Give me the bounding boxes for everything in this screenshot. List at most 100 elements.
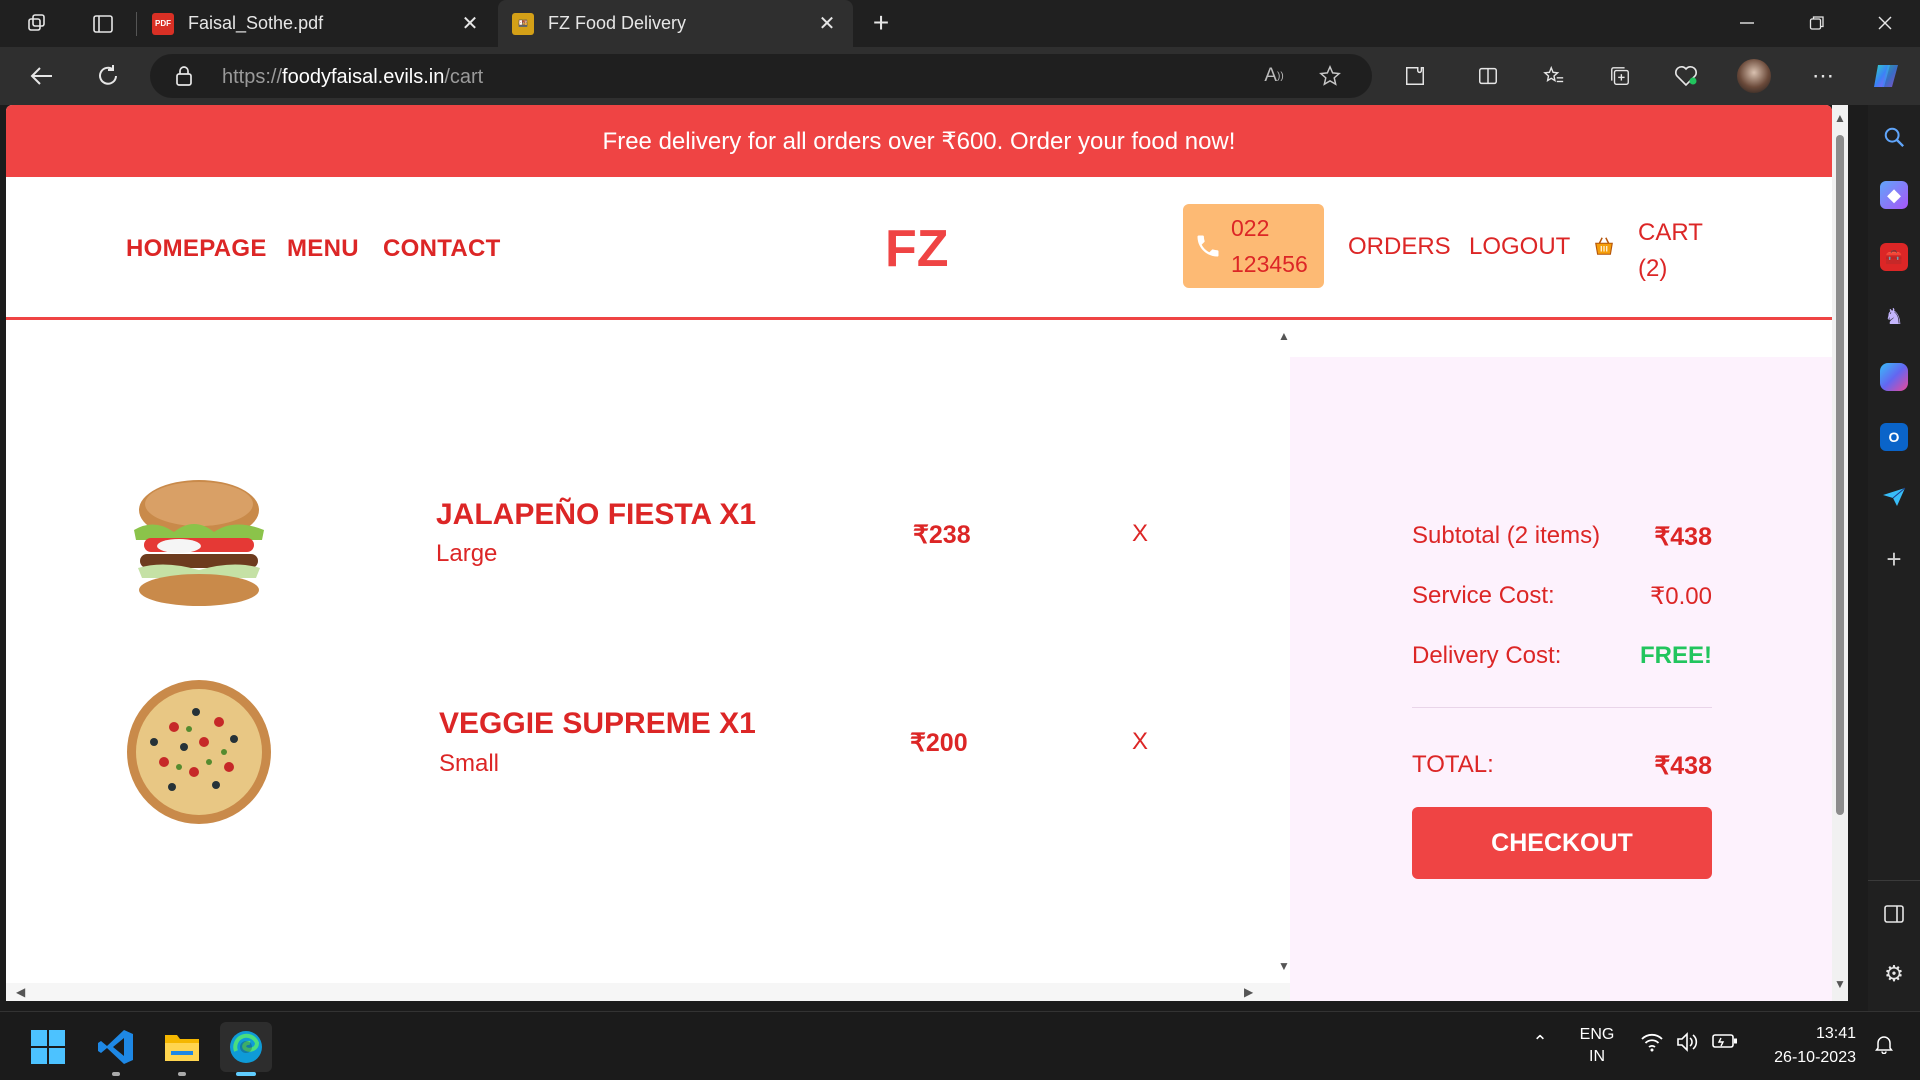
close-window-icon[interactable] bbox=[1870, 8, 1900, 38]
windows-taskbar: ⌃ ENG IN 13:41 26-10-2023 bbox=[0, 1011, 1920, 1080]
horizontal-scrollbar[interactable]: ◀ ▶ bbox=[6, 983, 1290, 1001]
workspaces-icon[interactable] bbox=[22, 10, 52, 38]
browser-essentials-icon[interactable] bbox=[1671, 61, 1701, 91]
url-text[interactable]: https://foodyfaisal.evils.in/cart bbox=[222, 66, 483, 89]
delivery-cost-value: FREE! bbox=[1640, 642, 1712, 669]
nav-menu[interactable]: MENU bbox=[287, 235, 359, 263]
restore-icon[interactable] bbox=[1802, 8, 1832, 38]
scroll-down-arrow-icon[interactable]: ▼ bbox=[1278, 959, 1290, 973]
active-indicator bbox=[236, 1072, 256, 1076]
total-label: TOTAL: bbox=[1412, 751, 1494, 778]
total-value: ₹438 bbox=[1654, 752, 1712, 780]
close-tab-icon[interactable]: ✕ bbox=[458, 11, 482, 36]
page-vertical-scrollbar[interactable]: ▲ ▼ bbox=[1832, 105, 1848, 1001]
show-hidden-icons-icon[interactable]: ⌃ bbox=[1528, 1032, 1552, 1053]
nav-cart[interactable]: CART (2) bbox=[1638, 215, 1703, 287]
phone-number-line1: 022 bbox=[1231, 215, 1270, 241]
region-code: IN bbox=[1589, 1048, 1605, 1065]
tab-actions-icon[interactable] bbox=[88, 10, 118, 38]
phone-number-line2: 123456 bbox=[1231, 251, 1308, 277]
close-tab-icon[interactable]: ✕ bbox=[815, 11, 839, 36]
running-indicator bbox=[178, 1072, 186, 1076]
wifi-icon[interactable] bbox=[1638, 1032, 1666, 1057]
sidebar-divider bbox=[1868, 880, 1920, 881]
add-icon[interactable]: + bbox=[1880, 544, 1908, 574]
remove-item-button[interactable]: X bbox=[1132, 520, 1148, 548]
subtotal-value: ₹438 bbox=[1654, 523, 1712, 551]
search-icon[interactable] bbox=[1880, 123, 1908, 151]
shopping-tag-icon[interactable]: ◆ bbox=[1880, 181, 1908, 209]
checkout-button[interactable]: CHECKOUT bbox=[1412, 807, 1712, 879]
minimize-icon[interactable] bbox=[1732, 8, 1762, 38]
service-cost-value: ₹0.00 bbox=[1650, 583, 1712, 610]
url-scheme: https:// bbox=[222, 66, 283, 88]
tools-icon[interactable]: 🧰 bbox=[1880, 243, 1908, 271]
nav-homepage[interactable]: HOMEPAGE bbox=[126, 235, 267, 263]
games-icon[interactable]: ♞ bbox=[1880, 303, 1908, 331]
refresh-icon[interactable] bbox=[92, 61, 124, 91]
tab-food-delivery[interactable]: 🍱 FZ Food Delivery ✕ bbox=[498, 0, 853, 47]
tab-pdf[interactable]: PDF Faisal_Sothe.pdf ✕ bbox=[138, 0, 496, 47]
profile-avatar[interactable] bbox=[1737, 59, 1771, 93]
running-indicator bbox=[112, 1072, 120, 1076]
page-scroll-up-icon[interactable]: ▲ bbox=[1834, 111, 1846, 125]
burger-image bbox=[124, 468, 274, 618]
promo-banner: Free delivery for all orders over ₹600. … bbox=[6, 105, 1832, 177]
scrollbar-thumb[interactable] bbox=[1836, 135, 1844, 815]
split-screen-icon[interactable] bbox=[1473, 61, 1503, 91]
url-path: /cart bbox=[444, 66, 484, 88]
microsoft-365-icon[interactable] bbox=[1880, 363, 1908, 391]
scroll-left-arrow-icon[interactable]: ◀ bbox=[16, 985, 25, 999]
edge-sidebar: ◆ 🧰 ♞ O + ⚙ bbox=[1868, 105, 1920, 1011]
language-indicator[interactable]: ENG IN bbox=[1572, 1024, 1622, 1068]
tab-title: FZ Food Delivery bbox=[548, 13, 687, 33]
sidebar-panel-icon[interactable] bbox=[1880, 900, 1908, 928]
clock-time: 13:41 bbox=[1815, 1025, 1856, 1042]
cart-item-size: Small bbox=[439, 750, 500, 777]
more-options-icon[interactable]: ⋯ bbox=[1808, 61, 1838, 91]
cart-item-price: ₹238 bbox=[913, 521, 971, 549]
address-bar[interactable]: https://foodyfaisal.evils.in/cart A)) bbox=[150, 54, 1372, 98]
cart-item-name: VEGGIE SUPREME X1 bbox=[439, 707, 756, 740]
battery-icon[interactable] bbox=[1710, 1032, 1740, 1055]
read-aloud-icon[interactable]: A)) bbox=[1260, 63, 1288, 89]
tab-title: Faisal_Sothe.pdf bbox=[188, 13, 324, 33]
collections-icon[interactable] bbox=[1605, 61, 1635, 91]
extensions-icon[interactable] bbox=[1400, 61, 1430, 91]
vscode-icon[interactable] bbox=[90, 1022, 142, 1076]
send-icon[interactable] bbox=[1880, 483, 1908, 511]
new-tab-icon[interactable]: + bbox=[866, 7, 896, 38]
nav-contact[interactable]: CONTACT bbox=[383, 235, 501, 263]
delivery-cost-label: Delivery Cost: bbox=[1412, 642, 1562, 669]
edge-browser-icon[interactable] bbox=[220, 1022, 272, 1076]
remove-item-button[interactable]: X bbox=[1132, 728, 1148, 756]
scroll-up-arrow-icon[interactable]: ▲ bbox=[1278, 329, 1290, 343]
favorite-star-icon[interactable] bbox=[1316, 63, 1344, 89]
lock-icon[interactable] bbox=[172, 64, 196, 88]
copilot-icon[interactable] bbox=[1868, 59, 1904, 93]
order-summary: Subtotal (2 items) ₹438 Service Cost: ₹0… bbox=[1290, 357, 1832, 1001]
nav-logout[interactable]: LOGOUT bbox=[1469, 233, 1570, 261]
file-explorer-icon[interactable] bbox=[156, 1022, 208, 1076]
settings-gear-icon[interactable]: ⚙ bbox=[1880, 960, 1908, 988]
browser-toolbar: https://foodyfaisal.evils.in/cart A)) ⋯ bbox=[0, 47, 1920, 105]
tab-separator bbox=[136, 12, 137, 36]
page-scroll-down-icon[interactable]: ▼ bbox=[1834, 977, 1846, 991]
subtotal-label: Subtotal (2 items) bbox=[1412, 522, 1601, 549]
nav-orders[interactable]: ORDERS bbox=[1348, 233, 1451, 261]
clock[interactable]: 13:41 26-10-2023 bbox=[1756, 1022, 1856, 1070]
site-logo[interactable]: FZ bbox=[885, 219, 949, 279]
volume-icon[interactable] bbox=[1674, 1032, 1702, 1057]
phone-button[interactable]: 022 123456 bbox=[1183, 204, 1324, 288]
cart-basket-icon[interactable] bbox=[1593, 235, 1615, 262]
cart-label: CART bbox=[1638, 219, 1703, 246]
food-delivery-icon: 🍱 bbox=[512, 12, 534, 35]
scroll-right-arrow-icon[interactable]: ▶ bbox=[1244, 985, 1253, 999]
cart-item-price: ₹200 bbox=[910, 729, 968, 757]
back-icon[interactable] bbox=[26, 61, 58, 91]
favorites-icon[interactable] bbox=[1539, 61, 1569, 91]
outlook-icon[interactable]: O bbox=[1880, 423, 1908, 451]
service-cost-label: Service Cost: bbox=[1412, 582, 1555, 609]
windows-start-icon[interactable] bbox=[22, 1022, 74, 1072]
notification-bell-icon[interactable] bbox=[1872, 1034, 1896, 1059]
